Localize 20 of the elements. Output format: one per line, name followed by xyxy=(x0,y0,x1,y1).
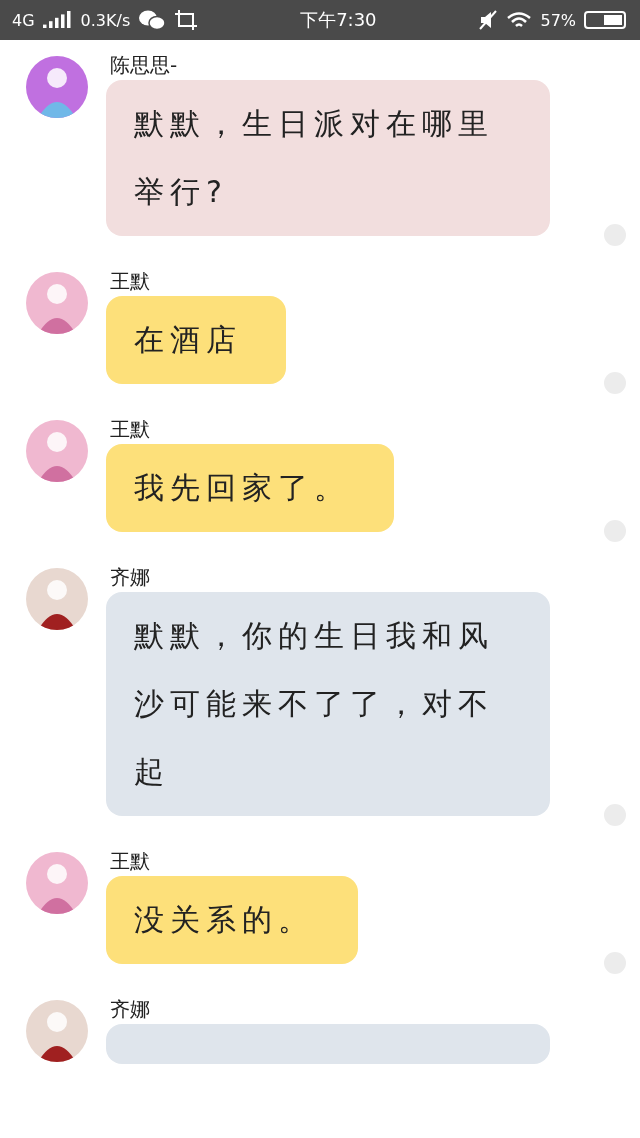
message-bubble: 默默，你的生日我和风沙可能来不了了，对不起 xyxy=(106,592,550,816)
sender-name: 王默 xyxy=(110,418,150,443)
message-bubble: 我先回家了。 xyxy=(106,444,394,532)
clock: 下午7:30 xyxy=(300,8,377,32)
message-bubble: 默默，生日派对在哪里举行? xyxy=(106,80,550,236)
signal-icon xyxy=(42,10,73,30)
sender-name: 齐娜 xyxy=(110,998,150,1023)
message-bubble: 没关系的。 xyxy=(106,876,358,964)
network-type: 4G xyxy=(12,10,35,30)
sender-name: 王默 xyxy=(110,850,150,875)
chat-app-icon xyxy=(138,8,167,32)
screenshot-icon xyxy=(174,9,199,31)
sender-name: 齐娜 xyxy=(110,566,150,591)
mute-icon xyxy=(478,10,499,30)
sender-name: 王默 xyxy=(110,270,150,295)
sender-name: 陈思思- xyxy=(110,54,178,79)
message-bubble: 在酒店 xyxy=(106,296,286,384)
battery-icon xyxy=(584,10,628,30)
battery-percent: 57% xyxy=(540,10,576,30)
network-speed: 0.3K/s xyxy=(80,10,131,30)
